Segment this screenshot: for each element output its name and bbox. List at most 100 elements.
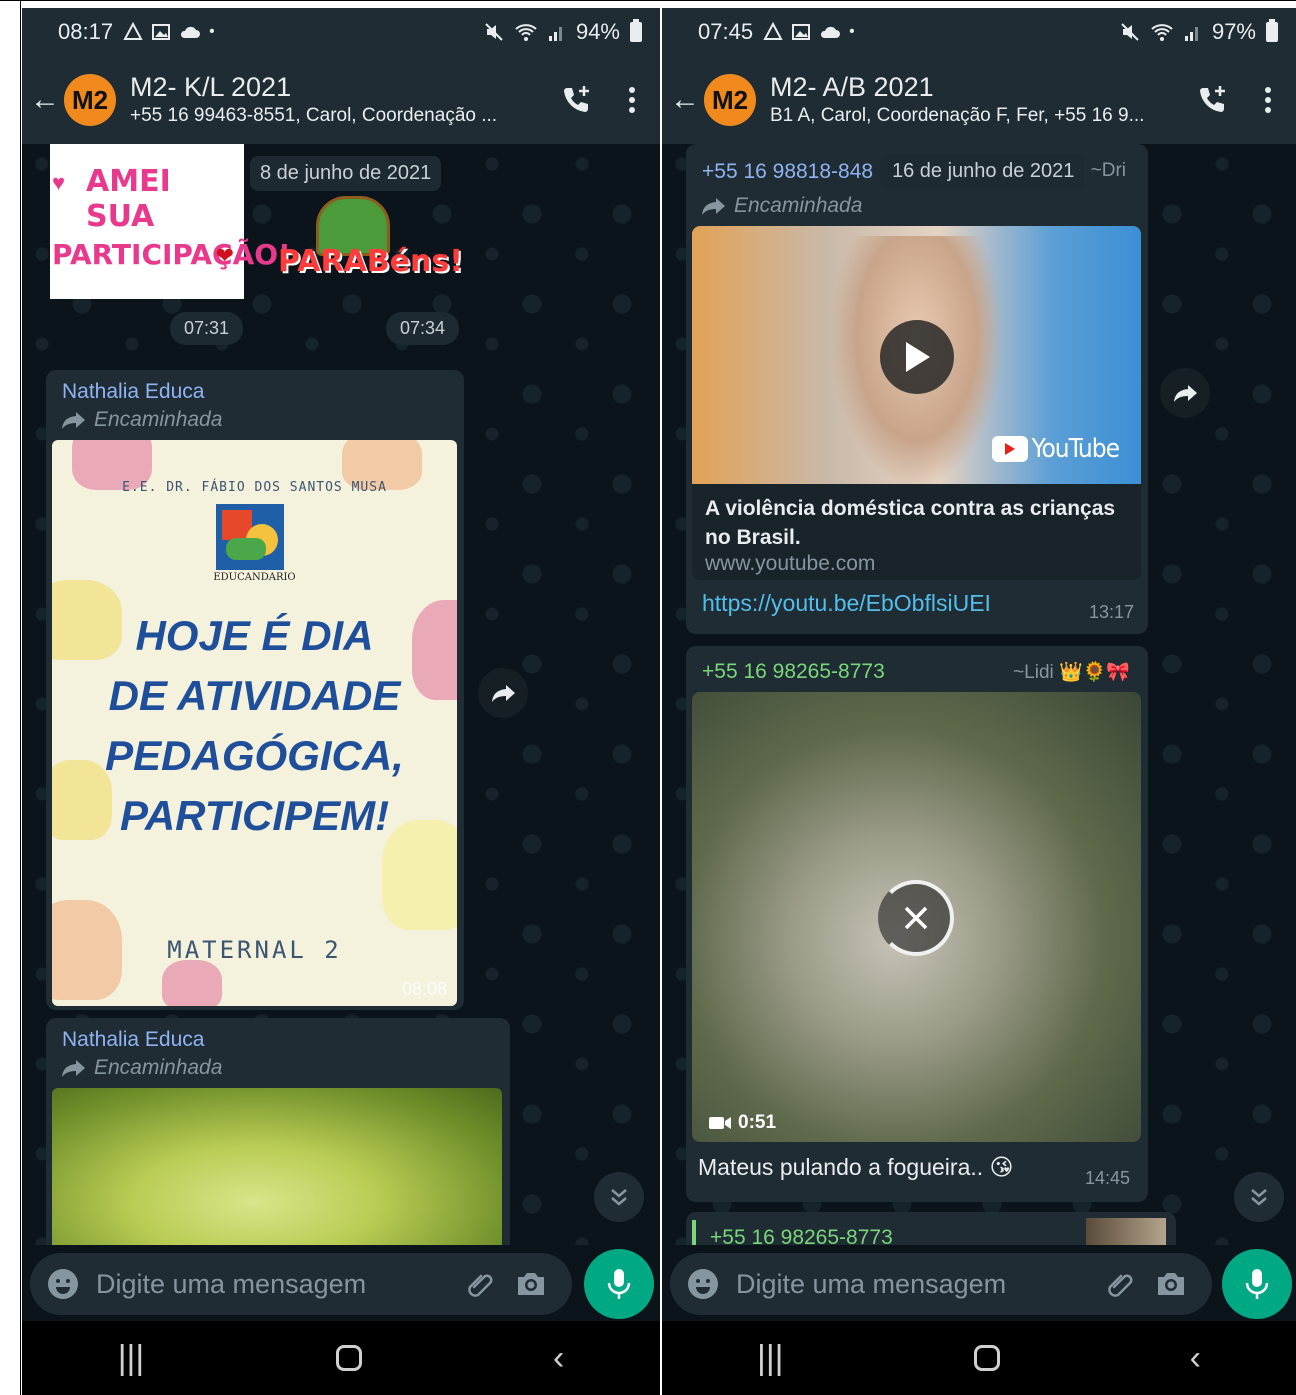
- cloud-icon: [821, 26, 841, 38]
- message-composer[interactable]: Digite uma mensagem: [670, 1253, 1212, 1315]
- message-time: 14:45: [1084, 1168, 1130, 1188]
- warning-icon: [123, 22, 143, 40]
- frame-border: [0, 0, 1296, 1]
- school-name: E.E. DR. FÁBIO DOS SANTOS MUSA: [122, 480, 387, 495]
- battery-percent: 97%: [1211, 19, 1256, 44]
- video-thumbnail[interactable]: YouTube: [692, 226, 1141, 484]
- forward-button[interactable]: [1160, 368, 1210, 418]
- message-input[interactable]: Digite uma mensagem: [96, 1269, 456, 1300]
- recent-apps-icon[interactable]: |||: [118, 1339, 145, 1378]
- back-arrow-icon[interactable]: ←: [30, 83, 64, 117]
- message-list[interactable]: +55 16 98818-848 16 de junho de 2021 ~Dr…: [662, 144, 1296, 1245]
- sticker-amei[interactable]: AMEI SUA PARTICIPAÇÃO! ♥ ❤: [50, 144, 291, 299]
- battery-icon: [1266, 19, 1278, 42]
- scroll-down-button[interactable]: [1234, 1172, 1284, 1222]
- video-camera-icon: [709, 1117, 731, 1129]
- emoji-icon[interactable]: [686, 1267, 720, 1301]
- poster-line-4: PARTICIPEM!: [119, 792, 390, 839]
- add-call-icon[interactable]: [548, 83, 604, 117]
- group-avatar[interactable]: M2: [704, 74, 756, 126]
- forwarded-label: Encaminhada: [700, 194, 862, 218]
- home-icon[interactable]: [973, 1345, 1000, 1371]
- sender-alias: ~Dri: [1090, 160, 1126, 181]
- message-composer[interactable]: Digite uma mensagem: [30, 1253, 572, 1315]
- chat-title: M2- A/B 2021: [770, 72, 934, 102]
- sender-number: +55 16 98818-848: [702, 160, 874, 183]
- back-arrow-icon[interactable]: ←: [670, 83, 704, 117]
- youtube-logo: YouTube: [991, 434, 1120, 464]
- voice-record-button[interactable]: [1222, 1249, 1292, 1319]
- forward-arrow-icon: [62, 412, 85, 429]
- poster-footer: MATERNAL 2: [167, 936, 342, 964]
- chat-header[interactable]: ← M2 M2- K/L 2021 +55 16 99463-8551, Car…: [22, 56, 660, 144]
- notification-icons: •: [123, 22, 215, 42]
- sender-alias: ~Lidi 👑🌻🎀: [1013, 662, 1130, 683]
- message-bubble[interactable]: Nathalia Educa Encaminhada: [46, 1018, 510, 1245]
- youtube-text: YouTube: [1031, 434, 1120, 464]
- forward-arrow-icon: [492, 685, 515, 702]
- sender-number: +55 16 98265-8773: [702, 660, 885, 683]
- image-thumbnail[interactable]: [52, 1088, 502, 1245]
- wifi-icon: [515, 24, 537, 41]
- attach-icon[interactable]: [1096, 1269, 1146, 1299]
- message-bubble[interactable]: +55 16 98818-848 16 de junho de 2021 ~Dr…: [686, 144, 1148, 634]
- message-bubble[interactable]: Nathalia Educa Encaminhada E.E. DR. FÁBI…: [46, 370, 464, 1010]
- voice-record-button[interactable]: [584, 1249, 654, 1319]
- signal-icon: [1184, 27, 1198, 41]
- preview-domain: www.youtube.com: [705, 552, 876, 575]
- forwarded-text: Encaminhada: [94, 1056, 223, 1079]
- double-chevron-down-icon: [1251, 1189, 1267, 1206]
- forward-arrow-icon: [62, 1060, 85, 1077]
- status-time: 07:45: [698, 19, 754, 44]
- camera-icon[interactable]: [506, 1269, 556, 1299]
- poster-image[interactable]: E.E. DR. FÁBIO DOS SANTOS MUSA EDUCANDAR…: [52, 440, 457, 1006]
- download-cancel-button[interactable]: [878, 880, 954, 956]
- date-separator: 8 de junho de 2021: [250, 156, 442, 191]
- forward-arrow-icon: [702, 198, 725, 215]
- more-options-icon[interactable]: [604, 85, 660, 115]
- back-nav-icon[interactable]: ‹: [553, 1339, 564, 1378]
- status-time: 08:17: [58, 19, 114, 44]
- more-options-icon[interactable]: [1240, 85, 1296, 115]
- close-icon: [904, 906, 928, 930]
- message-bubble[interactable]: +55 16 98265-8773: [686, 1212, 1176, 1245]
- notification-icons: •: [763, 22, 855, 42]
- battery-percent: 94%: [575, 19, 620, 44]
- frame-border: [20, 0, 21, 1395]
- chat-title: M2- K/L 2021: [130, 72, 292, 102]
- double-chevron-down-icon: [611, 1189, 627, 1206]
- group-avatar[interactable]: M2: [64, 74, 116, 126]
- scroll-down-button[interactable]: [594, 1172, 644, 1222]
- mute-icon: [485, 23, 503, 41]
- video-duration: 0:51: [708, 1112, 776, 1134]
- emoji-icon[interactable]: [46, 1267, 80, 1301]
- chat-info[interactable]: M2- A/B 2021 B1 A, Carol, Coordenação F,…: [770, 71, 1184, 129]
- camera-icon[interactable]: [1146, 1269, 1196, 1299]
- message-list[interactable]: AMEI SUA PARTICIPAÇÃO! ♥ ❤ 8 de junho de…: [22, 144, 660, 1245]
- recent-apps-icon[interactable]: |||: [757, 1339, 784, 1378]
- forwarded-text: Encaminhada: [734, 194, 863, 217]
- play-button[interactable]: [880, 320, 954, 394]
- back-nav-icon[interactable]: ‹: [1190, 1339, 1201, 1378]
- forward-arrow-icon: [1174, 385, 1197, 402]
- image-thumbnail[interactable]: [1086, 1218, 1166, 1245]
- video-thumbnail[interactable]: 0:51: [692, 692, 1141, 1142]
- chat-info[interactable]: M2- K/L 2021 +55 16 99463-8551, Carol, C…: [130, 71, 548, 129]
- sticker-parabens[interactable]: PARABéns!: [278, 192, 463, 282]
- home-icon[interactable]: [335, 1345, 362, 1371]
- date-separator: 16 de junho de 2021: [882, 154, 1085, 189]
- add-call-icon[interactable]: [1184, 83, 1240, 117]
- forward-button[interactable]: [478, 668, 528, 718]
- poster-line-3: PEDAGÓGICA,: [105, 732, 404, 779]
- chat-header[interactable]: ← M2 M2- A/B 2021 B1 A, Carol, Coordenaç…: [662, 56, 1296, 144]
- attach-icon[interactable]: [456, 1269, 506, 1299]
- school-logo: [216, 504, 284, 570]
- chat-members: +55 16 99463-8551, Carol, Coordenação ..…: [130, 105, 498, 126]
- message-bubble[interactable]: +55 16 98265-8773 ~Lidi 👑🌻🎀 0:51 Mateus …: [686, 646, 1148, 1202]
- message-input[interactable]: Digite uma mensagem: [736, 1269, 1096, 1300]
- system-nav-bar: ||| ‹: [662, 1321, 1296, 1395]
- link-preview-card[interactable]: YouTube A violência doméstica contra as …: [692, 226, 1141, 580]
- sender-name: Nathalia Educa: [62, 380, 205, 403]
- message-link[interactable]: https://youtu.be/EbObflsiUEI: [702, 590, 991, 617]
- sticker-time: 07:34: [386, 312, 460, 345]
